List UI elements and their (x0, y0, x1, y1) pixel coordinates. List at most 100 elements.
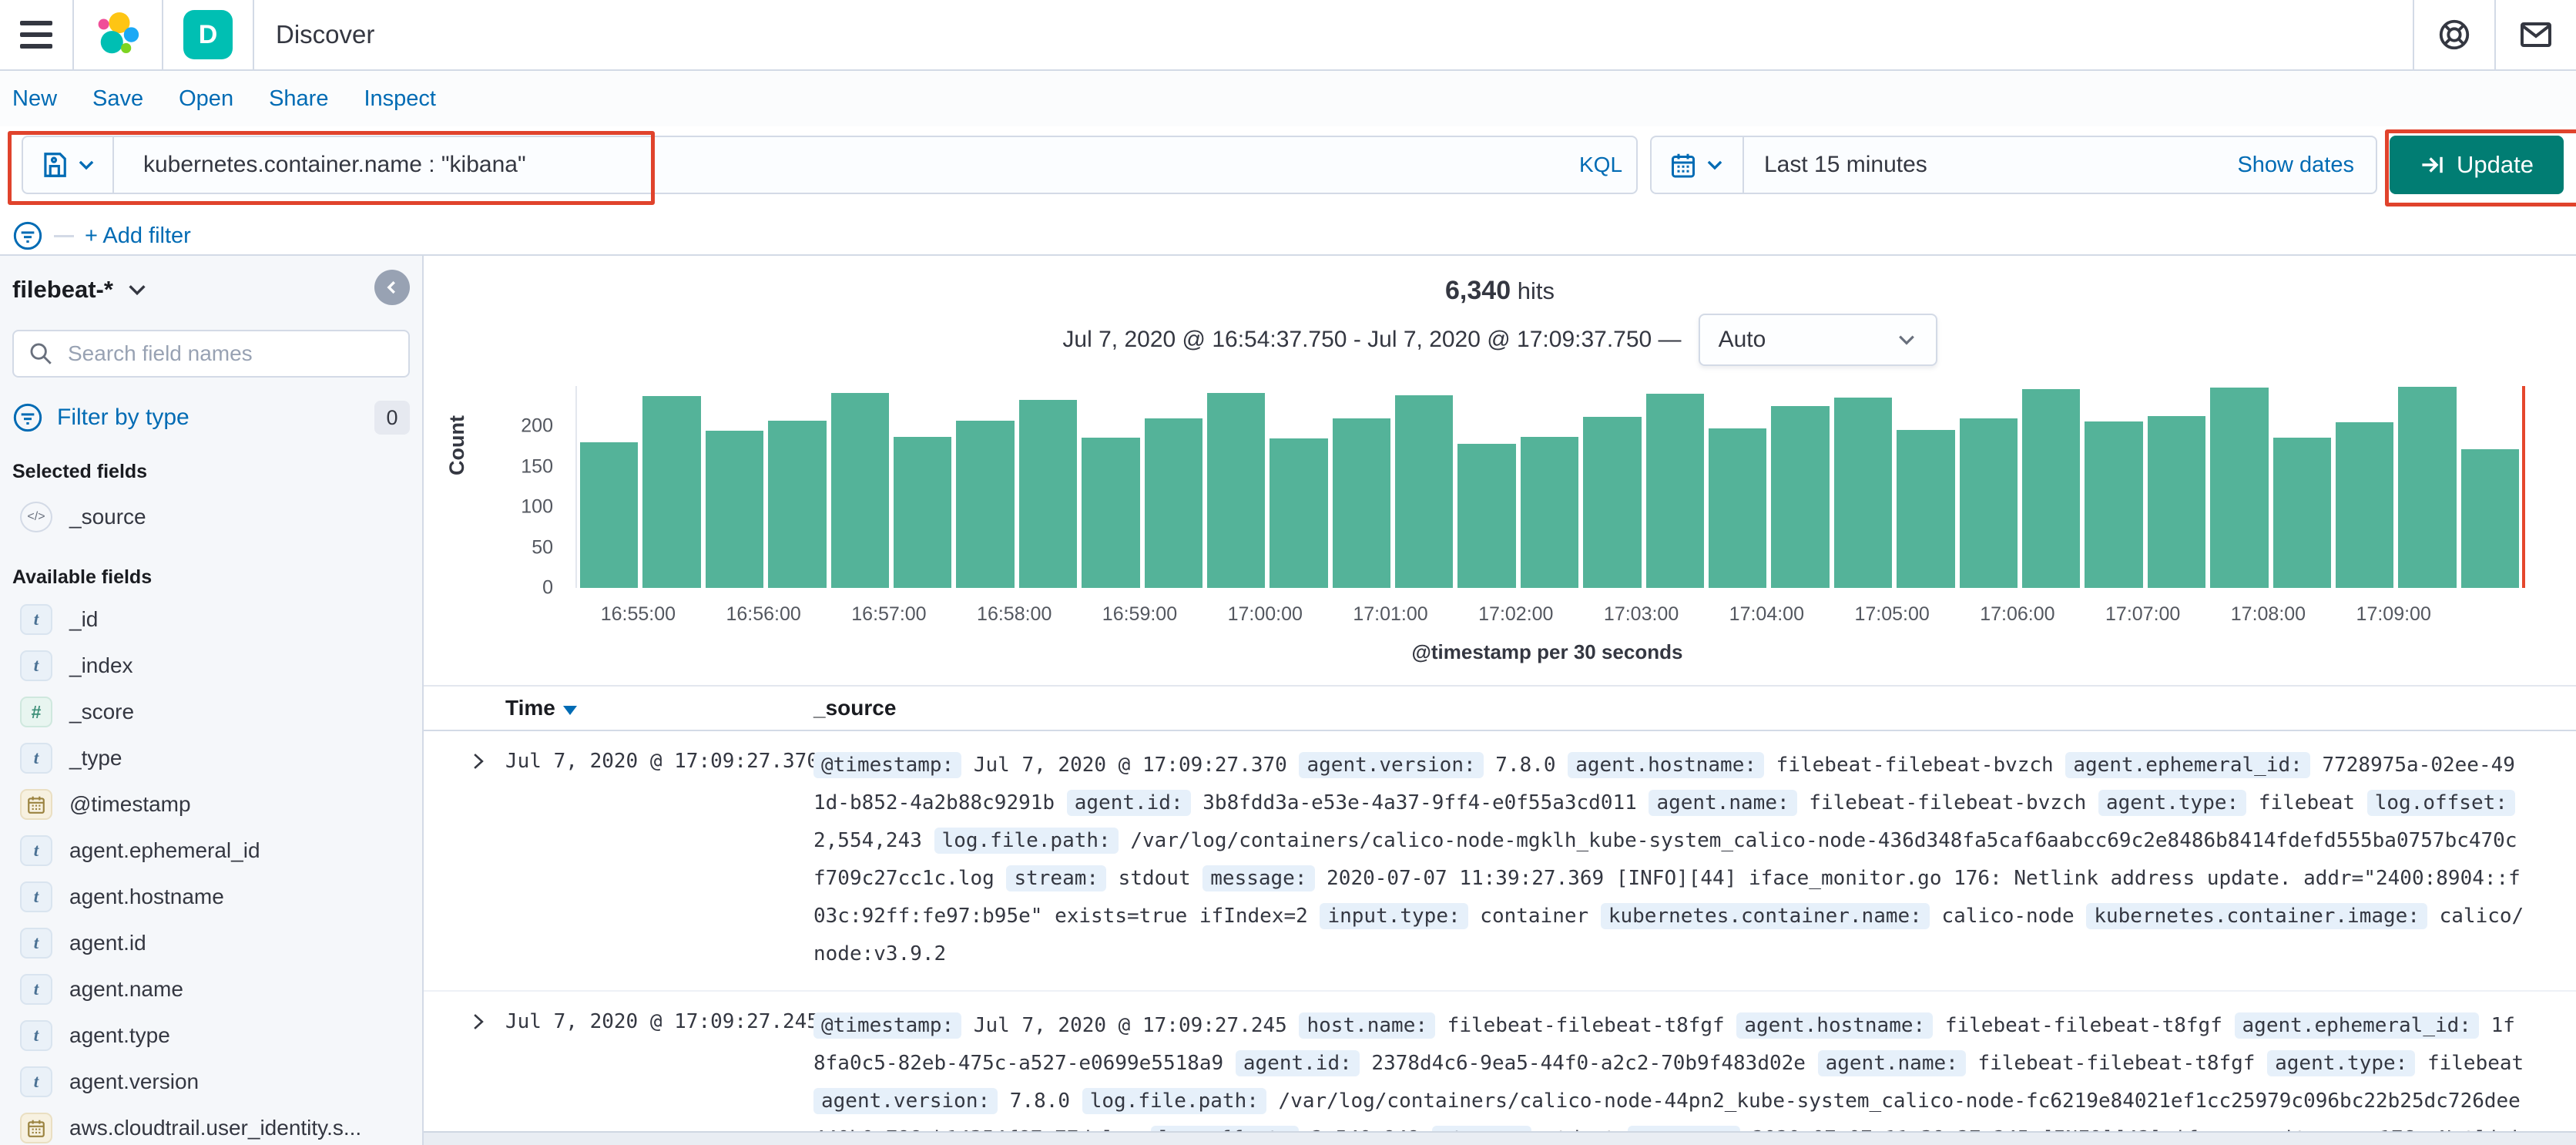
histogram-bar[interactable] (1771, 406, 1830, 588)
interval-select[interactable]: Auto (1698, 314, 1937, 366)
menu-item-inspect[interactable]: Inspect (364, 86, 436, 112)
histogram-bar[interactable] (830, 393, 889, 588)
date-picker: Last 15 minutes Show dates (1650, 136, 2377, 194)
field-item-agent.ephemeral_id[interactable]: t agent.ephemeral_id (12, 828, 410, 874)
field-name: _source (69, 505, 146, 529)
query-input[interactable]: kubernetes.container.name : "kibana" (114, 137, 1565, 193)
string-field-icon: t (20, 881, 52, 912)
newsfeed-button[interactable] (2494, 0, 2576, 69)
field-key-pill: kubernetes.container.image: (2086, 903, 2427, 929)
discover-menu-bar: New Save Open Share Inspect (0, 71, 2576, 126)
document-row: Jul 7, 2020 @ 17:09:27.245 @timestamp: Ju… (424, 992, 2576, 1145)
horizontal-scrollbar-track[interactable] (424, 1131, 2576, 1145)
time-column-header[interactable]: Time (505, 696, 813, 720)
selected-fields-heading: Selected fields (12, 461, 148, 482)
histogram-bar[interactable] (1082, 438, 1140, 588)
field-name: _type (69, 746, 122, 770)
histogram-bar[interactable] (1897, 429, 1955, 588)
histogram-bar[interactable] (1332, 418, 1391, 588)
menu-item-new[interactable]: New (12, 86, 57, 112)
field-search-input[interactable] (66, 341, 394, 367)
hamburger-menu-icon[interactable] (20, 21, 52, 49)
query-input-group: kubernetes.container.name : "kibana" KQL (22, 136, 1638, 194)
index-pattern-switcher[interactable]: filebeat-* (12, 276, 410, 304)
expand-row-button[interactable] (468, 747, 505, 973)
help-button[interactable] (2413, 0, 2494, 69)
refresh-arrow-icon (2422, 156, 2443, 173)
histogram-bar[interactable] (1206, 393, 1266, 588)
filter-icon[interactable] (12, 220, 43, 251)
elastic-logo[interactable] (94, 11, 142, 59)
histogram-bar[interactable] (1645, 394, 1705, 588)
expand-row-button[interactable] (468, 1007, 505, 1145)
histogram-bar[interactable] (1144, 418, 1202, 588)
field-item-agent.hostname[interactable]: t agent.hostname (12, 874, 410, 920)
field-item-agent.type[interactable]: t agent.type (12, 1012, 410, 1059)
histogram-bar[interactable] (2398, 387, 2457, 588)
histogram-bar[interactable] (642, 395, 701, 588)
string-field-icon: t (20, 743, 52, 774)
available-fields-heading: Available fields (12, 566, 153, 588)
field-item-agent.version[interactable]: t agent.version (12, 1059, 410, 1105)
histogram-bar[interactable] (1833, 397, 1893, 588)
histogram-bar[interactable] (2335, 422, 2394, 588)
field-key-pill: agent.ephemeral_id: (2065, 752, 2310, 778)
histogram-bar[interactable] (1270, 438, 1328, 588)
date-quick-menu-button[interactable] (1652, 137, 1744, 193)
query-language-button[interactable]: KQL (1565, 137, 1636, 193)
envelope-icon (2521, 22, 2551, 47)
histogram-bar[interactable] (768, 421, 827, 588)
discover-app-badge[interactable]: D (183, 10, 233, 59)
string-field-icon: t (20, 1066, 52, 1097)
field-key-pill: agent.version: (1299, 752, 1484, 778)
histogram-bar[interactable] (1959, 418, 2018, 588)
document-time: Jul 7, 2020 @ 17:09:27.245 (505, 1010, 819, 1033)
histogram-bar[interactable] (1395, 395, 1454, 588)
histogram-bar[interactable] (1520, 437, 1579, 588)
menu-item-save[interactable]: Save (92, 86, 143, 112)
update-button[interactable]: Update (2390, 136, 2564, 194)
time-end-marker (2522, 386, 2525, 588)
histogram-bar[interactable] (2085, 421, 2143, 588)
field-item-_source[interactable]: </> _source (12, 494, 410, 540)
histogram-bar[interactable] (1457, 444, 1516, 588)
time-range-label[interactable]: Last 15 minutes (1744, 137, 2237, 193)
index-pattern-name: filebeat-* (12, 276, 113, 303)
discover-main-panel: 6,340 hits Jul 7, 2020 @ 16:54:37.750 - … (422, 256, 2576, 1145)
sort-descending-icon (562, 706, 577, 715)
histogram-bar[interactable] (2460, 448, 2520, 588)
field-search-box (12, 330, 410, 378)
histogram-bar[interactable] (2147, 415, 2206, 588)
collapse-sidebar-button[interactable] (374, 270, 410, 305)
field-item-_index[interactable]: t _index (12, 643, 410, 689)
field-item-agent.name[interactable]: t agent.name (12, 966, 410, 1012)
histogram-bar[interactable] (956, 421, 1015, 588)
field-item-_type[interactable]: t _type (12, 735, 410, 781)
field-item-_id[interactable]: t _id (12, 596, 410, 643)
histogram-bar[interactable] (1709, 428, 1767, 588)
field-item-_score[interactable]: # _score (12, 689, 410, 735)
histogram-bar[interactable] (893, 437, 952, 588)
histogram-bar[interactable] (1583, 416, 1642, 588)
menu-item-open[interactable]: Open (179, 86, 233, 112)
saved-query-menu-button[interactable] (23, 137, 114, 193)
histogram-bar[interactable] (1018, 399, 1078, 588)
histogram-bar[interactable] (705, 430, 764, 588)
field-item-agent.id[interactable]: t agent.id (12, 920, 410, 966)
save-icon (44, 153, 66, 177)
field-name: agent.type (69, 1023, 170, 1047)
field-item-@timestamp[interactable]: @timestamp (12, 781, 410, 828)
histogram-bar[interactable] (580, 442, 639, 588)
add-filter-link[interactable]: + Add filter (85, 223, 191, 249)
menu-item-share[interactable]: Share (269, 86, 328, 112)
string-field-icon: t (20, 974, 52, 1005)
histogram-bar[interactable] (2272, 438, 2331, 588)
field-key-pill: agent.hostname: (1568, 752, 1765, 778)
show-dates-link[interactable]: Show dates (2237, 137, 2376, 193)
field-key-pill: @timestamp: (813, 752, 962, 778)
filter-by-type-link[interactable]: Filter by type (57, 405, 361, 431)
histogram-bar[interactable] (2021, 389, 2081, 588)
field-item-aws.cloudtrail.user_identity.s...[interactable]: aws.cloudtrail.user_identity.s... (12, 1105, 410, 1145)
x-tick-label: 16:58:00 (977, 603, 1052, 625)
histogram-bar[interactable] (2210, 388, 2269, 588)
